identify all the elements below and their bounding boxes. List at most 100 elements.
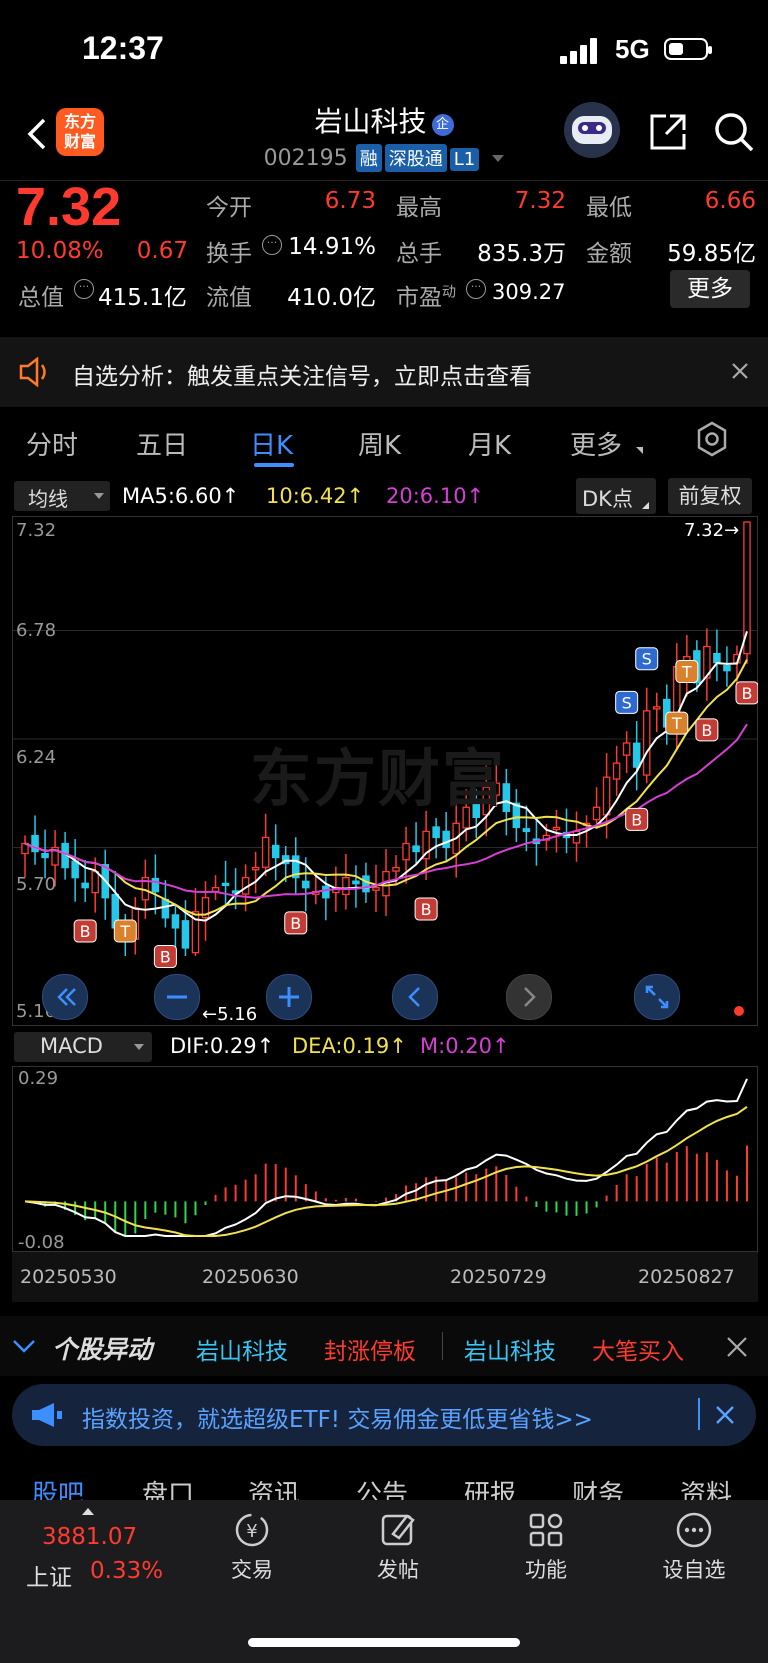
zoom-plus-button[interactable]: [266, 974, 312, 1020]
candle-body: [271, 844, 280, 859]
tab-monthly-k[interactable]: 月K: [468, 425, 511, 462]
tab-intraday[interactable]: 分时: [26, 425, 78, 462]
info-icon[interactable]: ···: [262, 235, 282, 255]
search-icon[interactable]: [712, 110, 756, 154]
kline-chart[interactable]: BTBBBSBTTBBS 东方财富 7.32 6.78 6.24 5.70 5.…: [12, 516, 759, 1026]
mktcap-value: 415.1亿: [98, 285, 187, 311]
home-indicator: [248, 1638, 520, 1647]
trade-icon: ¥: [235, 1513, 269, 1547]
collapse-icon[interactable]: [10, 1332, 38, 1360]
min-price-label: ←5.16: [202, 1004, 258, 1025]
zoom-minus-button[interactable]: [154, 974, 200, 1020]
signal-marker-label: T: [671, 714, 682, 733]
indicator-select[interactable]: 均线: [14, 481, 110, 511]
macd-svg: [12, 1066, 758, 1252]
candle-body: [723, 664, 731, 672]
ticker-stock[interactable]: 岩山科技: [196, 1332, 288, 1366]
signal-marker-label: B: [741, 684, 752, 703]
candle-body: [442, 830, 450, 849]
adjust-button[interactable]: 前复权: [668, 478, 752, 514]
dropdown-icon[interactable]: [492, 155, 505, 162]
subtab-news[interactable]: 资讯: [248, 1474, 300, 1500]
trade-button[interactable]: ¥ 交易: [212, 1510, 292, 1590]
settings-icon[interactable]: [694, 421, 730, 457]
index-value[interactable]: 3881.07: [42, 1524, 137, 1550]
more-dots-icon: [676, 1512, 712, 1548]
y-tick-label: 5.70: [16, 874, 57, 895]
notice-bar[interactable]: 自选分析：触发重点关注信号，立即点击查看: [0, 337, 768, 407]
close-icon[interactable]: [724, 1334, 750, 1360]
macd-legend-row: MACD DIF:0.29↑ DEA:0.19↑ M:0.20↑: [0, 1030, 768, 1066]
notice-text: 自选分析：触发重点关注信号，立即点击查看: [72, 364, 532, 390]
stock-alert-ticker[interactable]: 个股异动 岩山科技 封涨停板 岩山科技 大笔买入: [0, 1316, 768, 1376]
more-button[interactable]: 更多: [670, 270, 750, 308]
candle-body: [151, 877, 160, 893]
float-value: 410.0亿: [287, 285, 376, 311]
fullscreen-button[interactable]: [634, 974, 680, 1020]
edit-icon: [381, 1514, 415, 1546]
dk-point-button[interactable]: DK点: [576, 478, 656, 514]
enterprise-icon: 企: [431, 114, 454, 136]
info-icon[interactable]: ···: [466, 279, 486, 299]
share-icon[interactable]: [646, 110, 690, 154]
status-bar: 12:37 5G: [0, 0, 768, 100]
close-icon[interactable]: [714, 1404, 736, 1426]
candle-body: [352, 880, 360, 885]
dif-line: [24, 1078, 748, 1237]
y-tick-label: 6.24: [16, 747, 57, 768]
tab-daily-k[interactable]: 日K: [250, 425, 293, 462]
close-icon[interactable]: [728, 359, 752, 383]
post-button[interactable]: 发帖: [358, 1510, 438, 1590]
ticker-event[interactable]: 封涨停板: [324, 1332, 416, 1366]
select-arrow-icon: [134, 1044, 144, 1050]
tab-five-day[interactable]: 五日: [136, 425, 188, 462]
post-label: 发帖: [377, 1558, 419, 1582]
low-value: 6.66: [704, 188, 756, 214]
open-value: 6.73: [324, 188, 376, 214]
subtab-research[interactable]: 研报: [464, 1474, 516, 1500]
candle-body: [181, 920, 190, 949]
date-label: 20250729: [450, 1266, 547, 1288]
subtab-orderbook[interactable]: 盘口: [142, 1474, 194, 1500]
candle-body: [602, 776, 611, 816]
macd-select[interactable]: MACD: [14, 1032, 152, 1062]
candle-body: [81, 882, 89, 889]
trade-label: 交易: [231, 1558, 273, 1582]
dea-legend: DEA:0.19↑: [292, 1034, 407, 1058]
zoom-out-left-button[interactable]: [42, 974, 88, 1020]
tab-more[interactable]: 更多: [570, 425, 622, 462]
candle-body: [522, 828, 531, 833]
subtab-profile[interactable]: 资料: [680, 1474, 732, 1500]
signal-marker-label: T: [681, 663, 692, 682]
assistant-avatar[interactable]: [564, 102, 620, 158]
date-label: 20250530: [20, 1266, 117, 1288]
svg-text:¥: ¥: [246, 1521, 257, 1542]
ma20-legend: 20:6.10↑: [386, 484, 485, 508]
macd-frame: [12, 1066, 758, 1252]
ticker-stock[interactable]: 岩山科技: [464, 1332, 556, 1366]
macd-chart[interactable]: 0.29 -0.08: [12, 1066, 758, 1253]
subtab-announcements[interactable]: 公告: [356, 1474, 408, 1500]
dea-line: [24, 1105, 748, 1237]
ticker-divider: [442, 1332, 443, 1360]
functions-button[interactable]: 功能: [506, 1510, 586, 1590]
last-price: 7.32: [16, 177, 122, 237]
subtab-forum[interactable]: 股吧: [32, 1474, 84, 1500]
chart-watermark: 东方财富: [250, 742, 507, 815]
etf-ad-banner[interactable]: 指数投资，就选超级ETF! 交易佣金更低更省钱>>: [12, 1384, 756, 1446]
high-label: 最高: [396, 195, 442, 221]
macd-y-tick: -0.08: [18, 1232, 65, 1253]
scroll-left-button[interactable]: [392, 974, 438, 1020]
signal-marker-label: B: [80, 922, 91, 941]
scroll-right-button[interactable]: [506, 974, 552, 1020]
select-arrow-icon: [94, 493, 104, 499]
subtab-financials[interactable]: 财务: [572, 1474, 624, 1500]
add-watchlist-button[interactable]: 设自选: [654, 1510, 734, 1590]
ma-legend-row: 均线 MA5:6.60↑ 10:6.42↑ 20:6.10↑ DK点 前复权: [0, 478, 768, 516]
ticker-event[interactable]: 大笔买入: [592, 1332, 684, 1366]
info-icon[interactable]: ···: [74, 279, 94, 299]
tab-weekly-k[interactable]: 周K: [358, 425, 401, 462]
candle-body: [392, 866, 400, 872]
candle-body: [362, 875, 370, 893]
candle-body: [161, 898, 170, 919]
